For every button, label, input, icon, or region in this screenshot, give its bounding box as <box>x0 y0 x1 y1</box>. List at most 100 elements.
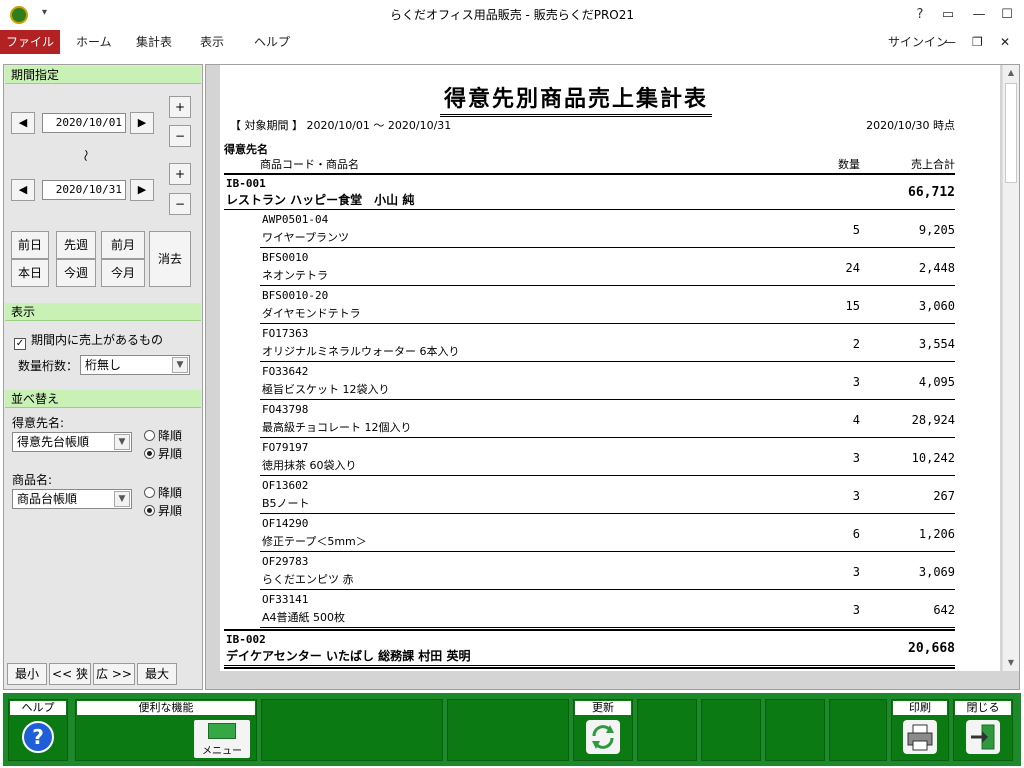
this-month-button[interactable]: 今月 <box>101 259 145 287</box>
empty-function-key-1 <box>261 699 443 761</box>
customer-total: 20,668 <box>908 641 955 656</box>
product-code: FO79197 <box>262 441 309 454</box>
zoom-min-button[interactable]: 最小 <box>7 663 47 685</box>
product-desc-label: 降順 <box>158 486 183 500</box>
inner-close-button[interactable]: ✕ <box>1000 30 1010 54</box>
product-amount: 267 <box>933 489 955 503</box>
range-tilde: 〜 <box>78 149 93 162</box>
product-qty: 3 <box>852 565 860 579</box>
product-rule <box>260 589 955 590</box>
product-asc-radio[interactable]: 昇順 <box>144 502 182 519</box>
product-amount: 9,205 <box>918 223 955 237</box>
product-rule <box>260 437 955 438</box>
zoom-wide-button[interactable]: 広 >> <box>93 663 135 685</box>
empty-function-key-4 <box>701 699 761 761</box>
scroll-up-icon[interactable]: ▲ <box>1003 65 1019 81</box>
chevron-down-icon[interactable]: ▼ <box>172 357 188 373</box>
product-desc-radio[interactable]: 降順 <box>144 484 182 501</box>
maximize-button[interactable]: ☐ <box>992 0 1022 30</box>
col-qty-header: 数量 <box>838 158 860 171</box>
customer-sort-select[interactable]: 得意先台帳順 ▼ <box>12 432 132 452</box>
qty-digits-select[interactable]: 桁無し ▼ <box>80 355 190 375</box>
from-prev-button[interactable]: ◀ <box>11 112 35 134</box>
last-week-button[interactable]: 先週 <box>56 231 96 259</box>
from-next-button[interactable]: ▶ <box>130 112 154 134</box>
customer-name: レストラン ハッピー食堂 小山 純 <box>226 193 415 207</box>
refresh-function-key[interactable]: 更新 <box>573 699 633 761</box>
clear-button[interactable]: 消去 <box>149 231 191 287</box>
product-name: A4普通紙 500枚 <box>262 611 346 624</box>
product-name: 修正テープ＜5mm＞ <box>262 535 367 548</box>
today-button[interactable]: 本日 <box>11 259 49 287</box>
inner-restore-button[interactable]: ❐ <box>972 30 983 54</box>
to-prev-button[interactable]: ◀ <box>11 179 35 201</box>
minimize-button[interactable]: — <box>964 0 994 30</box>
product-sort-select[interactable]: 商品台帳順 ▼ <box>12 489 132 509</box>
product-name: B5ノート <box>262 497 310 510</box>
ribbon-display-icon[interactable]: ▭ <box>933 0 963 30</box>
date-to-field[interactable]: 2020/10/31 <box>42 180 126 200</box>
customer-rule <box>224 209 955 210</box>
help-function-key[interactable]: ヘルプ ? <box>8 699 68 761</box>
customer-desc-radio[interactable]: 降順 <box>144 427 182 444</box>
to-next-button[interactable]: ▶ <box>130 179 154 201</box>
product-qty: 24 <box>845 261 860 275</box>
signin-link[interactable]: サインイン <box>888 30 948 54</box>
sort-section-header: 並べ替え <box>5 390 201 408</box>
chevron-down-icon[interactable]: ▼ <box>114 491 130 507</box>
tab-help[interactable]: ヘルプ <box>242 30 302 54</box>
to-minus-button[interactable]: − <box>169 193 191 215</box>
help-icon[interactable]: ? <box>905 0 935 30</box>
report-viewer: 得意先別商品売上集計表 【 対象期間 】 2020/10/01 〜 2020/1… <box>205 64 1020 690</box>
menu-label: メニュー <box>202 746 242 757</box>
has-sales-checkbox[interactable]: ✓ 期間内に売上があるもの <box>14 331 163 350</box>
header-rule <box>224 173 955 175</box>
product-asc-label: 昇順 <box>158 504 183 518</box>
zoom-narrow-button[interactable]: << 狭 <box>49 663 91 685</box>
scroll-thumb[interactable] <box>1005 83 1017 183</box>
chevron-down-icon[interactable]: ▼ <box>114 434 130 450</box>
to-plus-button[interactable]: + <box>169 163 191 185</box>
product-rule <box>260 627 955 628</box>
tab-home[interactable]: ホーム <box>64 30 124 54</box>
product-sort-value: 商品台帳順 <box>17 492 78 506</box>
date-from-field[interactable]: 2020/10/01 <box>42 113 126 133</box>
product-code: BFS0010 <box>262 251 309 264</box>
zoom-max-button[interactable]: 最大 <box>137 663 177 685</box>
menu-button[interactable]: メニュー <box>194 720 250 758</box>
group-rule <box>224 629 955 631</box>
product-qty: 3 <box>852 489 860 503</box>
yesterday-button[interactable]: 前日 <box>11 231 49 259</box>
tab-summary[interactable]: 集計表 <box>124 30 184 54</box>
report-period: 【 対象期間 】 2020/10/01 〜 2020/10/31 <box>230 119 452 132</box>
keyboard-icon <box>208 723 236 739</box>
tools-function-key[interactable]: 便利な機能 メニュー <box>75 699 257 761</box>
product-code: BFS0010-20 <box>262 289 329 302</box>
report-title: 得意先別商品売上集計表 <box>440 81 712 117</box>
display-section-header: 表示 <box>5 303 201 321</box>
last-month-button[interactable]: 前月 <box>101 231 145 259</box>
qty-digits-value: 桁無し <box>85 358 122 372</box>
close-function-key[interactable]: 閉じる <box>953 699 1013 761</box>
from-minus-button[interactable]: − <box>169 125 191 147</box>
customer-name: デイケアセンター いたばし 総務課 村田 英明 <box>226 649 471 663</box>
product-rule <box>260 323 955 324</box>
print-function-key[interactable]: 印刷 <box>891 699 949 761</box>
window-title: らくだオフィス用品販売 - 販売らくだPRO21 <box>389 8 634 22</box>
tab-view[interactable]: 表示 <box>188 30 236 54</box>
scroll-down-icon[interactable]: ▼ <box>1003 655 1019 671</box>
this-week-button[interactable]: 今週 <box>56 259 96 287</box>
product-code: OF13602 <box>262 479 309 492</box>
report-vertical-scrollbar[interactable]: ▲ ▼ <box>1002 65 1019 671</box>
customer-asc-label: 昇順 <box>158 447 183 461</box>
tab-file[interactable]: ファイル <box>0 30 60 54</box>
condition-panel: 期間指定 + − ◀ 2020/10/01 ▶ 〜 + − ◀ 2020/10/… <box>3 64 203 690</box>
customer-asc-radio[interactable]: 昇順 <box>144 445 182 462</box>
product-amount: 642 <box>933 603 955 617</box>
product-rule <box>260 285 955 286</box>
refresh-icon <box>586 720 620 754</box>
inner-minimize-button[interactable]: — <box>944 30 956 54</box>
from-plus-button[interactable]: + <box>169 96 191 118</box>
col-customer-header: 得意先名 <box>224 143 268 156</box>
product-qty: 4 <box>852 413 860 427</box>
